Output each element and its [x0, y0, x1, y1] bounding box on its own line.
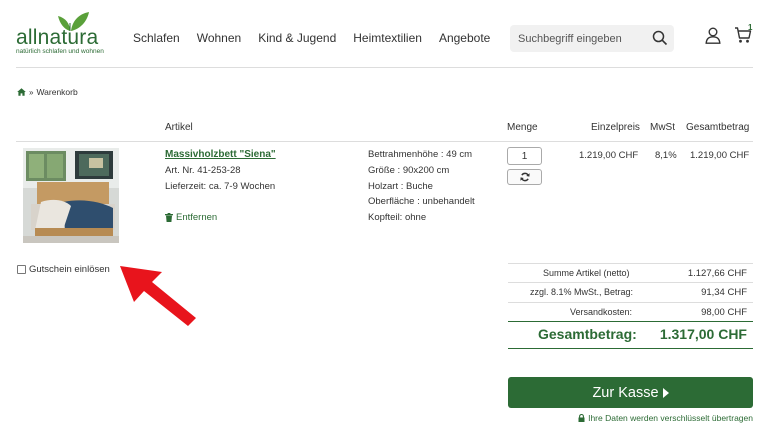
- grand-total-divider: [508, 348, 753, 349]
- nav-item-schlafen[interactable]: Schlafen: [133, 31, 180, 45]
- update-quantity-button[interactable]: [507, 169, 542, 185]
- column-header-mwst: MwSt: [650, 122, 675, 133]
- home-icon[interactable]: [17, 88, 26, 96]
- breadcrumb-separator-icon: »: [29, 87, 34, 97]
- checkout-label: Zur Kasse: [592, 384, 659, 401]
- cart-count-badge: 1: [748, 23, 753, 32]
- product-article-number: Art. Nr. 41-253-28: [165, 165, 241, 176]
- product-name-link[interactable]: Massivholzbett "Siena": [165, 149, 276, 160]
- totals-divider: [508, 263, 753, 264]
- unit-price: 1.219,00 CHF: [579, 150, 639, 161]
- grand-total-divider: [508, 321, 753, 322]
- search-icon[interactable]: [652, 30, 668, 46]
- shipping-value: 98,00 CHF: [701, 307, 747, 318]
- product-attribute: Holzart : Buche: [368, 181, 433, 192]
- shipping-label: Versandkosten:: [570, 307, 633, 317]
- column-header-einzelpreis: Einzelpreis: [591, 122, 640, 133]
- search-box: [510, 25, 674, 52]
- vat-amount-value: 91,34 CHF: [701, 287, 747, 298]
- product-attribute: Größe : 90x200 cm: [368, 165, 450, 176]
- voucher-toggle[interactable]: Gutschein einlösen: [17, 264, 110, 275]
- column-header-menge: Menge: [507, 122, 538, 133]
- grand-total-value: 1.317,00 CHF: [659, 326, 747, 342]
- line-total: 1.219,00 CHF: [690, 150, 750, 161]
- column-header-artikel: Artikel: [165, 122, 193, 133]
- caret-right-icon: [662, 387, 669, 398]
- main-navigation: Schlafen Wohnen Kind & Jugend Heimtextil…: [133, 31, 507, 45]
- user-account-icon[interactable]: [705, 27, 721, 44]
- column-header-gesamtbetrag: Gesamtbetrag: [686, 122, 750, 133]
- nav-item-heimtextilien[interactable]: Heimtextilien: [353, 31, 422, 45]
- refresh-icon: [519, 172, 530, 182]
- voucher-checkbox[interactable]: [17, 265, 26, 274]
- lock-icon: [578, 414, 585, 422]
- nav-item-kind-jugend[interactable]: Kind & Jugend: [258, 31, 336, 45]
- nav-item-angebote[interactable]: Angebote: [439, 31, 490, 45]
- secure-transfer-note: Ihre Daten werden verschlüsselt übertrag…: [578, 413, 753, 423]
- search-input[interactable]: [510, 25, 650, 52]
- breadcrumb-current: Warenkorb: [36, 87, 78, 97]
- vat-amount-label: zzgl. 8.1% MwSt., Betrag:: [530, 287, 634, 297]
- logo-tagline: natürlich schlafen und wohnen: [16, 48, 104, 55]
- product-delivery-time: Lieferzeit: ca. 7-9 Wochen: [165, 181, 276, 192]
- remove-item-button[interactable]: Entfernen: [165, 212, 217, 223]
- secure-transfer-text: Ihre Daten werden verschlüsselt übertrag…: [588, 413, 753, 423]
- trash-icon: [165, 213, 173, 222]
- red-arrow-annotation: [120, 266, 196, 326]
- grand-total-label: Gesamtbetrag:: [538, 326, 637, 342]
- product-attribute: Bettrahmenhöhe : 49 cm: [368, 149, 473, 160]
- quantity-input[interactable]: [507, 147, 542, 165]
- product-image[interactable]: [23, 148, 119, 243]
- site-header: allnatura natürlich schlafen und wohnen …: [0, 0, 778, 68]
- product-attribute: Oberfläche : unbehandelt: [368, 196, 475, 207]
- remove-item-label: Entfernen: [176, 212, 218, 223]
- table-divider: [16, 141, 753, 142]
- vat-rate: 8,1%: [655, 150, 677, 161]
- logo-wordmark: allnatura: [16, 26, 99, 49]
- header-divider: [16, 67, 753, 68]
- voucher-label: Gutschein einlösen: [29, 264, 110, 275]
- checkout-button[interactable]: Zur Kasse: [508, 377, 753, 408]
- product-attribute: Kopfteil: ohne: [368, 212, 427, 223]
- breadcrumb: » Warenkorb: [17, 87, 78, 97]
- allnatura-logo[interactable]: allnatura natürlich schlafen und wohnen: [16, 10, 116, 58]
- totals-divider: [508, 282, 753, 283]
- net-total-value: 1.127,66 CHF: [687, 268, 747, 279]
- net-total-label: Summe Artikel (netto): [543, 268, 630, 278]
- nav-item-wohnen[interactable]: Wohnen: [197, 31, 241, 45]
- totals-divider: [508, 302, 753, 303]
